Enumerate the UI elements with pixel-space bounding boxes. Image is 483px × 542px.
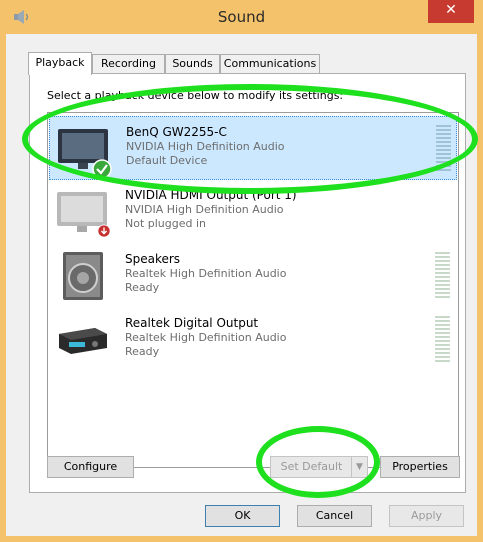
- tab-sounds[interactable]: Sounds: [165, 54, 220, 73]
- title-bar[interactable]: Sound ✕: [0, 0, 483, 34]
- tab-communications[interactable]: Communications: [220, 54, 320, 73]
- device-row-speakers[interactable]: Speakers Realtek High Definition Audio R…: [49, 244, 457, 308]
- set-default-label: Set Default: [280, 460, 343, 473]
- device-name: Speakers: [125, 252, 181, 266]
- window-title: Sound: [217, 8, 266, 26]
- ok-button[interactable]: OK: [205, 505, 280, 527]
- device-driver: Realtek High Definition Audio: [125, 331, 287, 344]
- volume-meter: [435, 252, 450, 298]
- receiver-icon: [59, 328, 107, 354]
- set-default-button[interactable]: Set Default ▼: [270, 456, 368, 478]
- instruction-text: Select a playback device below to modify…: [47, 89, 344, 102]
- cancel-button[interactable]: Cancel: [297, 505, 372, 527]
- device-driver: NVIDIA High Definition Audio: [126, 140, 285, 153]
- properties-button[interactable]: Properties: [380, 456, 460, 478]
- device-status: Ready: [125, 281, 160, 294]
- close-button[interactable]: ✕: [428, 0, 474, 23]
- device-name: Realtek Digital Output: [125, 316, 259, 330]
- device-driver: NVIDIA High Definition Audio: [125, 203, 284, 216]
- default-check-icon: [92, 159, 112, 179]
- device-status: Ready: [125, 345, 160, 358]
- device-row-nvidia-hdmi[interactable]: NVIDIA HDMI Output (Port 1) NVIDIA High …: [49, 180, 457, 244]
- speaker-icon: [63, 252, 103, 300]
- device-driver: Realtek High Definition Audio: [125, 267, 287, 280]
- sound-dialog: Sound ✕ Playback Recording Sounds Commun…: [0, 0, 483, 542]
- device-name: NVIDIA HDMI Output (Port 1): [125, 188, 297, 202]
- device-status: Not plugged in: [125, 217, 207, 230]
- device-status: Default Device: [126, 154, 208, 167]
- configure-button[interactable]: Configure: [47, 456, 134, 478]
- playback-device-list[interactable]: BenQ GW2255-C NVIDIA High Definition Aud…: [47, 112, 459, 468]
- volume-meter: [436, 125, 451, 171]
- unplugged-icon: [97, 224, 111, 238]
- tab-playback[interactable]: Playback: [28, 52, 92, 75]
- chevron-down-icon[interactable]: ▼: [351, 457, 367, 477]
- device-name: BenQ GW2255-C: [126, 125, 227, 139]
- apply-button[interactable]: Apply: [389, 505, 464, 527]
- device-row-benq[interactable]: BenQ GW2255-C NVIDIA High Definition Aud…: [49, 116, 457, 180]
- device-row-realtek-digital[interactable]: Realtek Digital Output Realtek High Defi…: [49, 308, 457, 372]
- volume-meter: [435, 316, 450, 362]
- tab-recording[interactable]: Recording: [92, 54, 165, 73]
- window-right-border: [477, 34, 483, 542]
